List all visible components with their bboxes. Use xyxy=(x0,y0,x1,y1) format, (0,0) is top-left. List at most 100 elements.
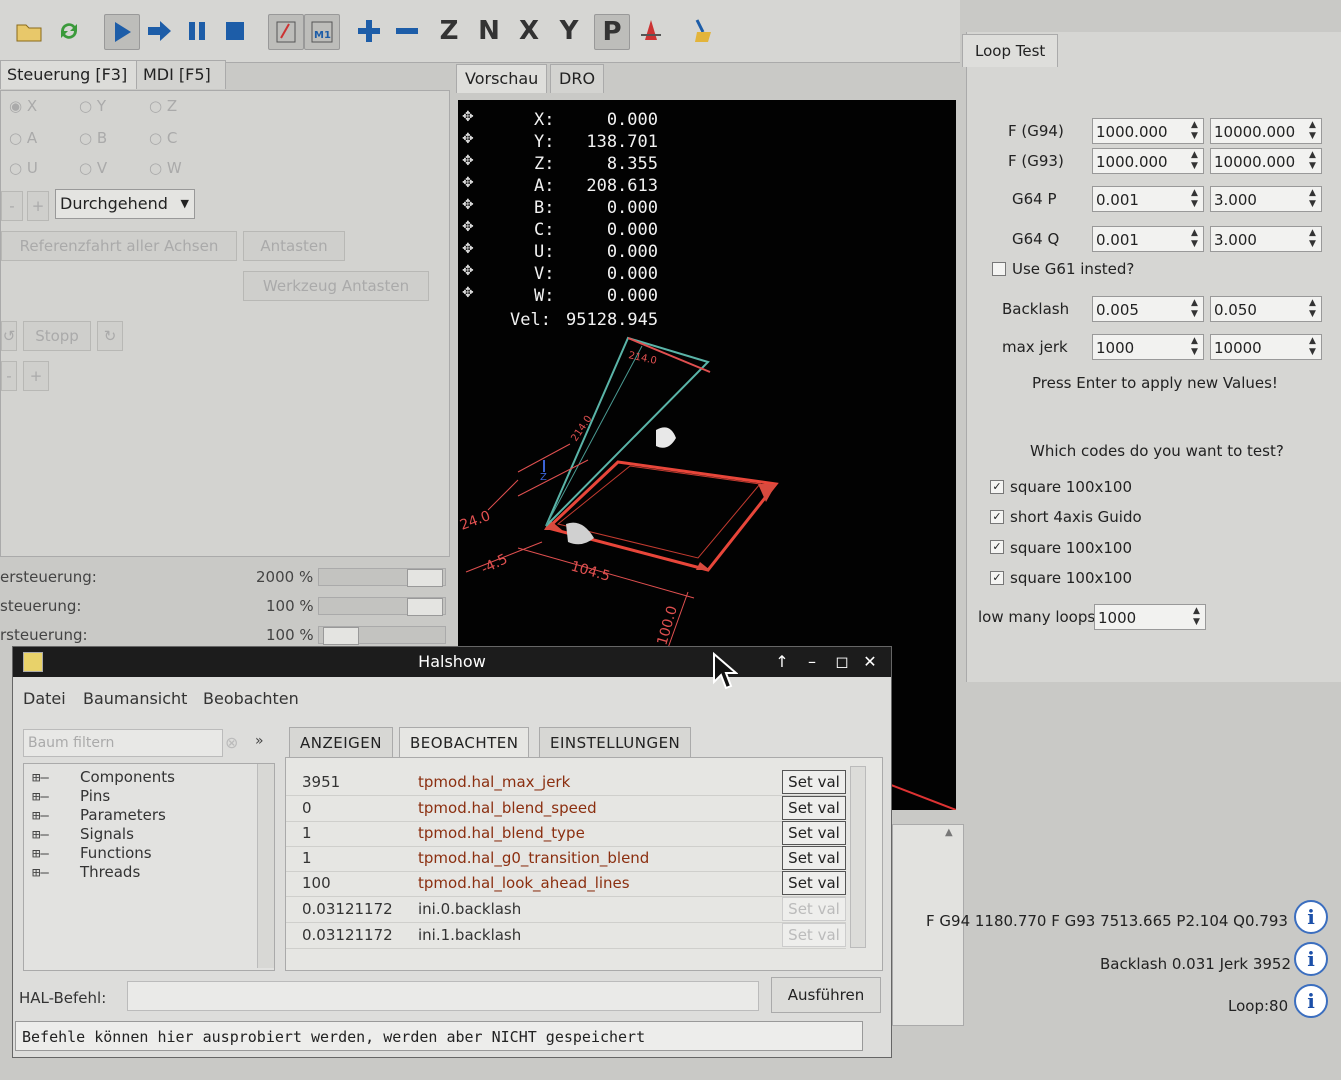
slider-handle[interactable] xyxy=(407,598,443,616)
open-file-icon[interactable] xyxy=(12,14,46,48)
watch-scrollbar[interactable] xyxy=(850,766,866,948)
radio-axis-b[interactable]: ○ B xyxy=(79,129,107,147)
menu-baumansicht[interactable]: Baumansicht xyxy=(83,689,187,708)
spin-arrows-icon[interactable]: ▲ ▼ xyxy=(1309,120,1319,142)
rapid-override-slider[interactable] xyxy=(318,597,446,616)
spin-arrows-icon[interactable]: ▲ ▼ xyxy=(1191,150,1201,172)
slider-handle[interactable] xyxy=(407,569,443,587)
max-jerk-min-spin[interactable]: 1000 ▲ ▼ xyxy=(1092,334,1204,360)
max-jerk-max-spin[interactable]: 10000 ▲ ▼ xyxy=(1210,334,1322,360)
spindle-override-slider[interactable] xyxy=(318,626,446,645)
g64-q-max-spin[interactable]: 3.000 ▲ ▼ xyxy=(1210,226,1322,252)
spin-arrows-icon[interactable]: ▲ ▼ xyxy=(1193,606,1203,628)
spindle-plus-button[interactable]: + xyxy=(23,361,49,391)
zoom-in-icon[interactable] xyxy=(352,14,386,48)
radio-axis-x[interactable]: ◉ X xyxy=(9,97,37,115)
tree-expand-icon[interactable]: ⊞— xyxy=(32,846,49,862)
jog-mode-select[interactable]: Durchgehend ▼ xyxy=(55,189,195,219)
view-x-icon[interactable]: X xyxy=(512,14,546,48)
filter-clear-icon[interactable]: ⊗ xyxy=(225,733,238,752)
home-all-button[interactable]: Referenzfahrt aller Achsen xyxy=(1,231,237,261)
tree-expand-icon[interactable]: ⊞— xyxy=(32,808,49,824)
view-z-icon[interactable]: Z xyxy=(432,14,466,48)
tab-anzeigen[interactable]: ANZEIGEN xyxy=(289,727,393,758)
view-y-icon[interactable]: Y xyxy=(552,14,586,48)
tab-einstellungen[interactable]: EINSTELLUNGEN xyxy=(539,727,692,758)
run-icon[interactable] xyxy=(104,14,140,50)
tab-mdi[interactable]: MDI [F5] xyxy=(136,60,226,89)
radio-axis-v[interactable]: ○ V xyxy=(79,159,107,177)
set-val-button[interactable]: Set val xyxy=(782,796,846,820)
slider-handle[interactable] xyxy=(323,627,359,645)
spin-arrows-icon[interactable]: ▲ ▼ xyxy=(1191,120,1201,142)
block-delete-icon[interactable] xyxy=(268,14,304,50)
tree-item-pins[interactable]: Pins xyxy=(80,787,110,805)
spin-arrows-icon[interactable]: ▲ ▼ xyxy=(1309,188,1319,210)
tree-item-threads[interactable]: Threads xyxy=(80,863,140,881)
halshow-titlebar[interactable]: Halshow ↑ – ◻ ✕ xyxy=(13,647,891,677)
close-icon[interactable]: ✕ xyxy=(859,651,881,673)
code-checkbox-1[interactable]: ✓ xyxy=(990,480,1004,494)
tree-expand-icon[interactable]: ⊞— xyxy=(32,789,49,805)
tree-item-functions[interactable]: Functions xyxy=(80,844,152,862)
radio-axis-u[interactable]: ○ U xyxy=(9,159,38,177)
minimize-icon[interactable]: – xyxy=(801,651,823,673)
spin-arrows-icon[interactable]: ▲ ▼ xyxy=(1309,150,1319,172)
loops-spin[interactable]: 1000 ▲ ▼ xyxy=(1094,604,1206,630)
radio-axis-c[interactable]: ○ C xyxy=(149,129,177,147)
tree-expand-icon[interactable]: ⊞— xyxy=(32,865,49,881)
spindle-minus-button[interactable]: - xyxy=(1,361,17,391)
spin-arrows-icon[interactable]: ▲ ▼ xyxy=(1191,298,1201,320)
set-val-button[interactable]: Set val xyxy=(782,821,846,845)
menu-beobachten[interactable]: Beobachten xyxy=(203,689,299,708)
jog-plus-button[interactable]: + xyxy=(27,191,49,221)
f-g93-min-spin[interactable]: 1000.000 ▲ ▼ xyxy=(1092,148,1204,174)
spin-arrows-icon[interactable]: ▲ ▼ xyxy=(1191,188,1201,210)
set-val-button[interactable]: Set val xyxy=(782,846,846,870)
rotate-icon[interactable] xyxy=(634,14,668,48)
spin-arrows-icon[interactable]: ▲ ▼ xyxy=(1309,298,1319,320)
g64-p-min-spin[interactable]: 0.001 ▲ ▼ xyxy=(1092,186,1204,212)
hal-command-input[interactable] xyxy=(127,981,759,1011)
view-p-icon[interactable]: P xyxy=(594,14,630,50)
reload-icon[interactable] xyxy=(52,14,86,48)
spin-arrows-icon[interactable]: ▲ ▼ xyxy=(1309,228,1319,250)
stop-icon[interactable] xyxy=(218,14,252,48)
tab-loop-test[interactable]: Loop Test xyxy=(962,34,1059,67)
spindle-cw-icon[interactable]: ↻ xyxy=(97,321,123,351)
view-z2-icon[interactable]: N xyxy=(472,14,506,48)
spindle-ccw-icon[interactable]: ↺ xyxy=(1,321,17,351)
tab-steuerung[interactable]: Steuerung [F3] xyxy=(0,60,142,89)
maximize-icon[interactable]: ◻ xyxy=(831,651,853,673)
clear-plot-icon[interactable] xyxy=(686,14,720,48)
spindle-stop-button[interactable]: Stopp xyxy=(23,321,91,351)
f-g94-min-spin[interactable]: 1000.000 ▲ ▼ xyxy=(1092,118,1204,144)
pause-icon[interactable] xyxy=(180,14,214,48)
f-g93-max-spin[interactable]: 10000.000 ▲ ▼ xyxy=(1210,148,1322,174)
expand-icon[interactable]: » xyxy=(255,733,264,749)
jog-minus-button[interactable]: - xyxy=(1,191,23,221)
set-val-button[interactable]: Set val xyxy=(782,923,846,947)
tab-dro[interactable]: DRO xyxy=(550,64,605,93)
f-g94-max-spin[interactable]: 10000.000 ▲ ▼ xyxy=(1210,118,1322,144)
tree-item-parameters[interactable]: Parameters xyxy=(80,806,166,824)
set-val-button[interactable]: Set val xyxy=(782,897,846,921)
tab-vorschau[interactable]: Vorschau xyxy=(456,64,548,93)
set-val-button[interactable]: Set val xyxy=(782,770,846,794)
spin-arrows-icon[interactable]: ▲ ▼ xyxy=(1191,336,1201,358)
code-checkbox-4[interactable]: ✓ xyxy=(990,571,1004,585)
tree-item-signals[interactable]: Signals xyxy=(80,825,134,843)
tree-filter-input[interactable]: Baum filtern xyxy=(23,729,223,757)
optional-stop-icon[interactable]: M1 xyxy=(304,14,340,50)
spin-arrows-icon[interactable]: ▲ ▼ xyxy=(1191,228,1201,250)
tool-touch-off-button[interactable]: Werkzeug Antasten xyxy=(243,271,429,301)
set-val-button[interactable]: Set val xyxy=(782,871,846,895)
feed-override-slider[interactable] xyxy=(318,568,446,587)
g64-p-max-spin[interactable]: 3.000 ▲ ▼ xyxy=(1210,186,1322,212)
radio-axis-z[interactable]: ○ Z xyxy=(149,97,177,115)
backlash-min-spin[interactable]: 0.005 ▲ ▼ xyxy=(1092,296,1204,322)
radio-axis-a[interactable]: ○ A xyxy=(9,129,37,147)
raise-icon[interactable]: ↑ xyxy=(771,651,793,673)
radio-axis-y[interactable]: ○ Y xyxy=(79,97,106,115)
radio-axis-w[interactable]: ○ W xyxy=(149,159,182,177)
